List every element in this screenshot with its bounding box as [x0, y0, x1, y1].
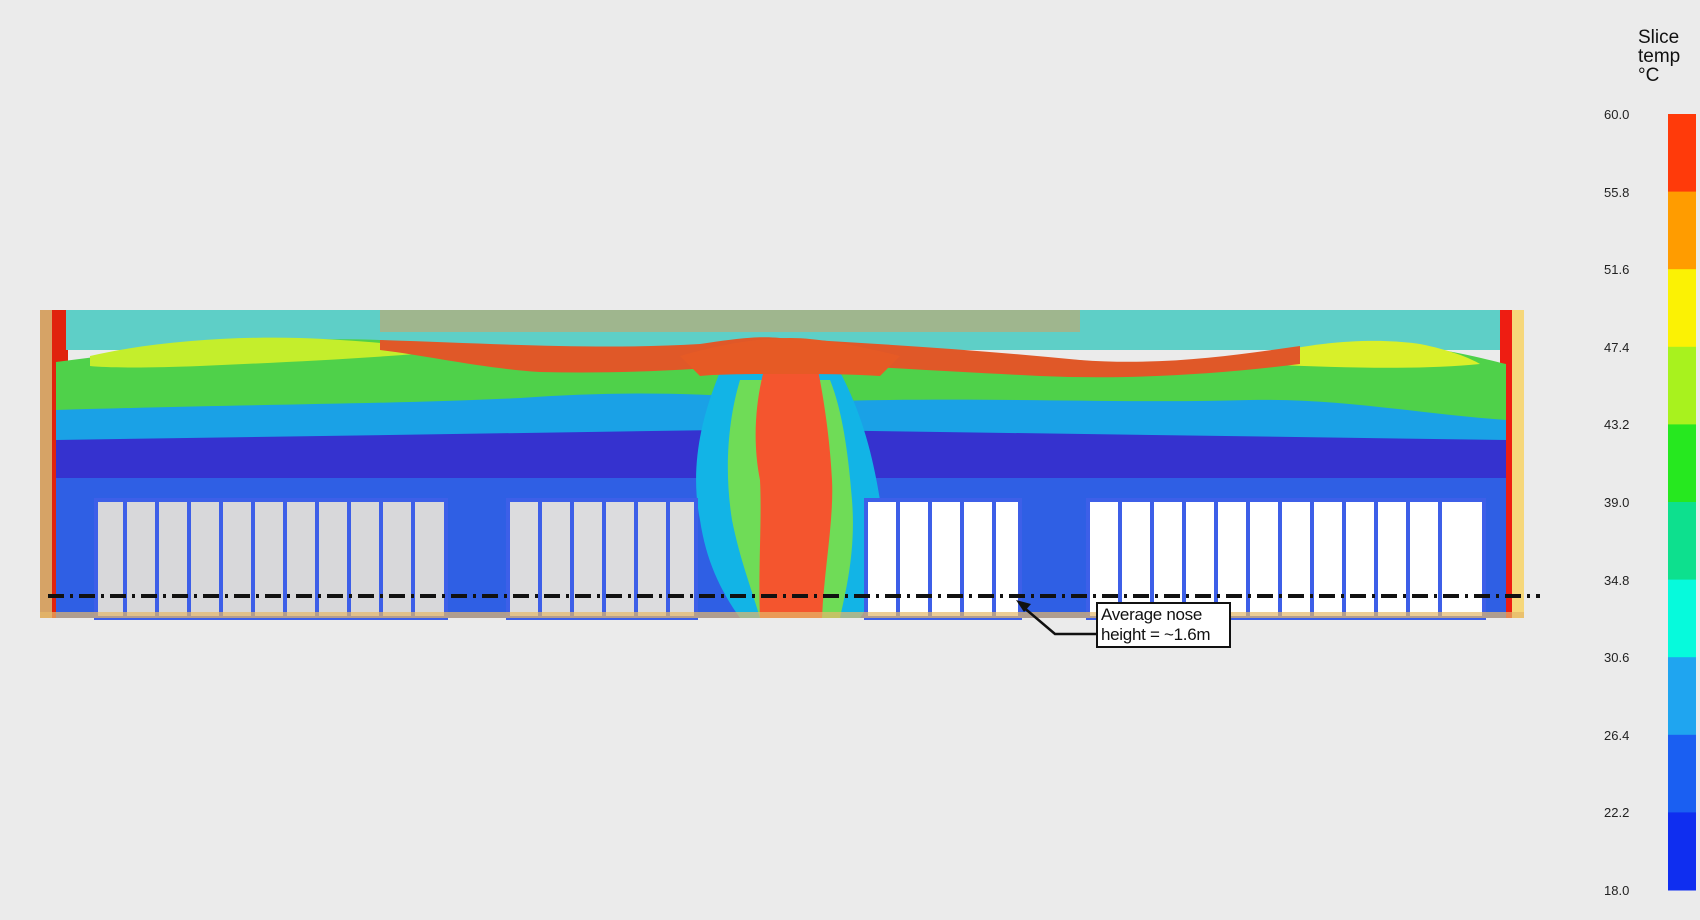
colorbar-tick-label: 30.6 [1604, 650, 1630, 666]
colorbar-band [1668, 114, 1696, 193]
colorbar-tick-label: 34.8 [1604, 572, 1630, 588]
container-group-left [94, 498, 448, 620]
container-group-right [1086, 498, 1486, 620]
colorbar-tick-label: 22.2 [1604, 805, 1630, 821]
colorbar [1668, 114, 1696, 891]
colorbar-tick-label: 43.2 [1604, 417, 1630, 433]
colorbar-tick-label: 55.8 [1604, 184, 1630, 200]
colorbar-band [1668, 191, 1696, 270]
temperature-slice-view [40, 114, 1696, 891]
colorbar-band [1668, 424, 1696, 503]
container-group-center-right [864, 498, 1022, 620]
colorbar-band [1668, 734, 1696, 813]
colorbar-band [1668, 346, 1696, 425]
nose-height-callout: Average nose height = ~1.6m [1096, 602, 1231, 648]
colorbar-tick-label: 47.4 [1604, 339, 1630, 355]
colorbar-tick-label: 18.0 [1604, 883, 1630, 898]
colorbar-band [1668, 502, 1696, 581]
legend-title: Slice temp °C [1638, 27, 1681, 86]
colorbar-band [1668, 812, 1696, 891]
ceiling-band-warm [380, 310, 1080, 332]
colorbar-band [1668, 657, 1696, 736]
colorbar-tick-label: 60.0 [1604, 107, 1630, 122]
colorbar-tick-label: 51.6 [1604, 262, 1630, 278]
colorbar-band [1668, 269, 1696, 348]
colorbar-tick-label: 39.0 [1604, 495, 1630, 510]
colorbar-tick-label: 26.4 [1604, 727, 1630, 743]
floor-strip [40, 612, 1524, 618]
colorbar-band [1668, 579, 1696, 658]
container-group-center-left [506, 498, 698, 620]
central-plume-core [755, 370, 833, 618]
